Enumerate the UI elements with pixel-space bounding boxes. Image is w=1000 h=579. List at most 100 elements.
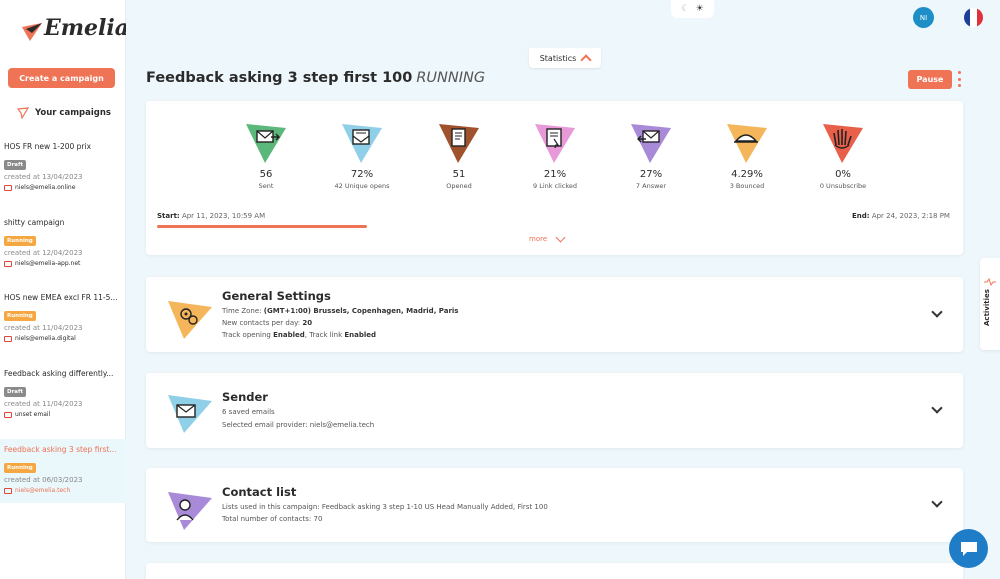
chat-bubble-icon [960,541,977,556]
stat-value: 56 [259,169,273,180]
start-label: Start: [157,212,180,220]
moon-icon: ☾ [681,4,690,14]
per-day-label: New contacts per day: [222,319,301,327]
stat-sent[interactable]: 56 Sent [221,121,311,190]
fr-flag-icon[interactable] [964,8,983,27]
page-title: Feedback asking 3 step first 100 RUNNING [146,70,485,86]
pulse-icon [984,278,996,286]
mail-icon [4,335,12,342]
campaign-name: HOS FR new 1-200 prix [4,142,92,151]
campaign-email-text: niels@emelia.digital [15,335,76,342]
mail-icon [4,411,12,418]
statistics-tab[interactable]: Statistics [529,48,601,68]
per-day-line: New contacts per day: 20 [222,319,312,327]
stat-label: 0 Unsubscribe [819,182,867,190]
stat-value: 72% [350,169,374,180]
campaign-name: HOS new EMEA excl FR 11-5... [4,293,118,302]
start-value: Apr 11, 2023, 10:59 AM [181,212,266,220]
timezone-label: Time Zone: [222,307,262,315]
section-title: General Settings [222,289,331,303]
sender-card[interactable]: Sender 6 saved emails Selected email pro… [146,373,963,448]
campaign-email: unset email [4,411,126,418]
sun-icon: ☀ [695,4,704,14]
campaign-name: Feedback asking differently... [4,369,114,378]
track-open-value: Enabled [273,331,305,339]
campaign-date: created at 12/04/2023 [4,249,83,257]
per-day-value: 20 [302,319,313,327]
end-date: End: Apr 24, 2023, 2:18 PM [852,212,950,220]
start-date: Start: Apr 11, 2023, 10:59 AM [157,212,265,220]
stat-unique-opens[interactable]: 72% 42 Unique opens [317,121,407,190]
end-label: End: [852,212,870,220]
logo-icon [22,23,42,41]
pause-button[interactable]: Pause [908,70,952,89]
stat-opened[interactable]: 51 Opened [414,121,504,190]
status-badge: Running [4,311,36,321]
campaign-name: shitty campaign [4,218,65,227]
campaign-name: Feedback asking 3 step first... [4,445,117,454]
campaign-email: niels@emelia-app.net [4,260,126,267]
chevron-down-icon[interactable] [931,402,943,414]
campaign-item[interactable]: HOS FR new 1-200 prix Draft created at 1… [0,142,126,202]
status-badge: Draft [4,387,27,397]
chevron-down-icon[interactable] [931,496,943,508]
reply-mail-icon [631,124,671,163]
stat-answer[interactable]: 27% 7 Answer [606,121,696,190]
chat-button[interactable] [949,529,988,568]
mail-icon [4,487,12,494]
more-label: more [529,235,548,243]
campaign-email-text: niels@emelia.online [15,184,76,191]
open-mail-icon [342,124,382,163]
campaign-date: created at 13/04/2023 [4,173,83,181]
create-campaign-button[interactable]: Create a campaign [8,68,115,88]
campaign-item[interactable]: HOS new EMEA excl FR 11-5... Running cre… [0,293,126,353]
contact-list-card[interactable]: Contact list Lists used in this campaign… [146,468,963,542]
campaign-email-text: niels@emelia.tech [15,487,71,494]
section-title: Sender [222,390,268,404]
campaign-item-active[interactable]: Feedback asking 3 step first... Running … [0,439,126,503]
stat-value: 51 [452,169,466,180]
campaign-status: RUNNING [416,70,486,86]
tracking-line: Track opening Enabled, Track link Enable… [222,331,376,339]
campaign-email-text: niels@emelia-app.net [15,260,81,267]
link-click-icon [535,124,575,163]
topbar: ☾ ☀ [126,0,1000,48]
campaign-email: niels@emelia.online [4,184,126,191]
bounce-icon [727,124,767,163]
chevron-down-icon[interactable] [931,306,943,318]
emelia-logo[interactable]: Emelia [20,15,129,45]
chevron-down-icon [555,232,566,242]
stat-value: 27% [639,169,663,180]
stat-unsubscribe[interactable]: 0% 0 Unsubscribe [798,121,888,190]
mail-icon [4,184,12,191]
stat-value: 4.29% [731,169,763,180]
statistics-label: Statistics [539,53,577,63]
your-campaigns-label: Your campaigns [35,108,111,118]
campaign-email-text: unset email [15,411,51,418]
stat-link-clicked[interactable]: 21% 9 Link clicked [510,121,600,190]
unsubscribe-hand-icon [823,124,863,163]
general-settings-card[interactable]: General Settings Time Zone: (GMT+1:00) B… [146,277,963,352]
email-provider: Selected email provider: niels@emelia.te… [222,421,375,429]
campaign-item[interactable]: Feedback asking differently... Draft cre… [0,369,126,429]
user-avatar[interactable]: NI [913,7,934,28]
stat-bounced[interactable]: 4.29% 3 Bounced [702,121,792,190]
stat-value: 0% [835,169,851,180]
theme-toggle[interactable]: ☾ ☀ [671,0,714,18]
stat-value: 21% [543,169,567,180]
more-toggle[interactable]: more [529,232,566,243]
gears-icon [168,301,212,339]
activities-panel-tab[interactable]: Activities [980,258,1000,350]
more-options-icon[interactable] [957,71,961,87]
campaign-date: created at 11/04/2023 [4,400,83,408]
status-badge: Running [4,463,36,473]
campaign-title: Feedback asking 3 step first 100 [146,70,413,86]
statistics-card: 56 Sent 72% 42 Unique opens 51 Opened 21… [146,101,963,255]
your-campaigns-heading: Your campaigns [17,107,111,119]
end-value: Apr 24, 2023, 2:18 PM [871,212,950,220]
track-open-label: Track opening [222,331,271,339]
stat-label: 3 Bounced [729,182,765,190]
campaign-item[interactable]: shitty campaign Running created at 12/04… [0,218,126,278]
status-badge: Running [4,236,36,246]
document-icon [439,124,479,163]
